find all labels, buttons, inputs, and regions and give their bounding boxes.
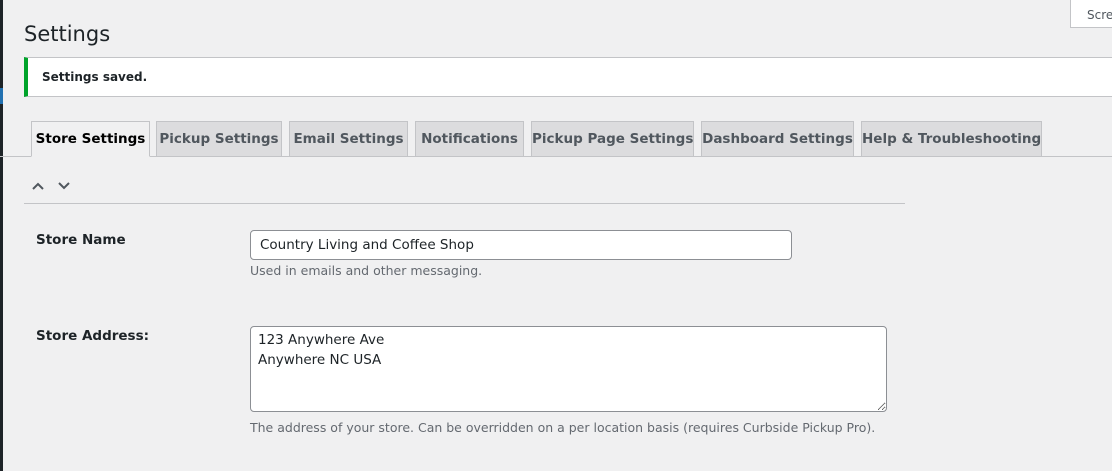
tab-pickup-settings[interactable]: Pickup Settings: [156, 121, 282, 156]
notice-text: Settings saved.: [42, 70, 148, 84]
section-divider: [24, 203, 905, 204]
settings-tab-bar: Store Settings Pickup Settings Email Set…: [0, 121, 1112, 157]
store-address-description: The address of your store. Can be overri…: [250, 420, 876, 435]
store-address-label: Store Address:: [36, 328, 150, 344]
tab-notifications[interactable]: Notifications: [415, 121, 524, 156]
page-title: Settings: [24, 22, 111, 46]
admin-sidebar-edge: [0, 0, 3, 471]
screen-options-button[interactable]: Screen Options: [1070, 0, 1112, 28]
settings-saved-notice: Settings saved.: [24, 57, 1112, 97]
tab-pickup-page-settings[interactable]: Pickup Page Settings: [531, 121, 694, 156]
store-name-input[interactable]: [250, 230, 792, 260]
tab-store-settings[interactable]: Store Settings: [31, 121, 150, 157]
tab-help-troubleshooting[interactable]: Help & Troubleshooting: [861, 121, 1042, 156]
section-order-controls: [28, 176, 74, 196]
store-name-description: Used in emails and other messaging.: [250, 263, 483, 278]
move-down-button[interactable]: [54, 176, 74, 196]
admin-sidebar-active-indicator: [0, 88, 3, 104]
store-name-label: Store Name: [36, 232, 126, 248]
chevron-down-icon: [58, 182, 70, 190]
move-up-button[interactable]: [28, 176, 48, 196]
store-address-textarea[interactable]: 123 Anywhere Ave Anywhere NC USA: [250, 326, 887, 412]
chevron-up-icon: [32, 182, 44, 190]
tab-email-settings[interactable]: Email Settings: [289, 121, 408, 156]
tab-dashboard-settings[interactable]: Dashboard Settings: [701, 121, 854, 156]
